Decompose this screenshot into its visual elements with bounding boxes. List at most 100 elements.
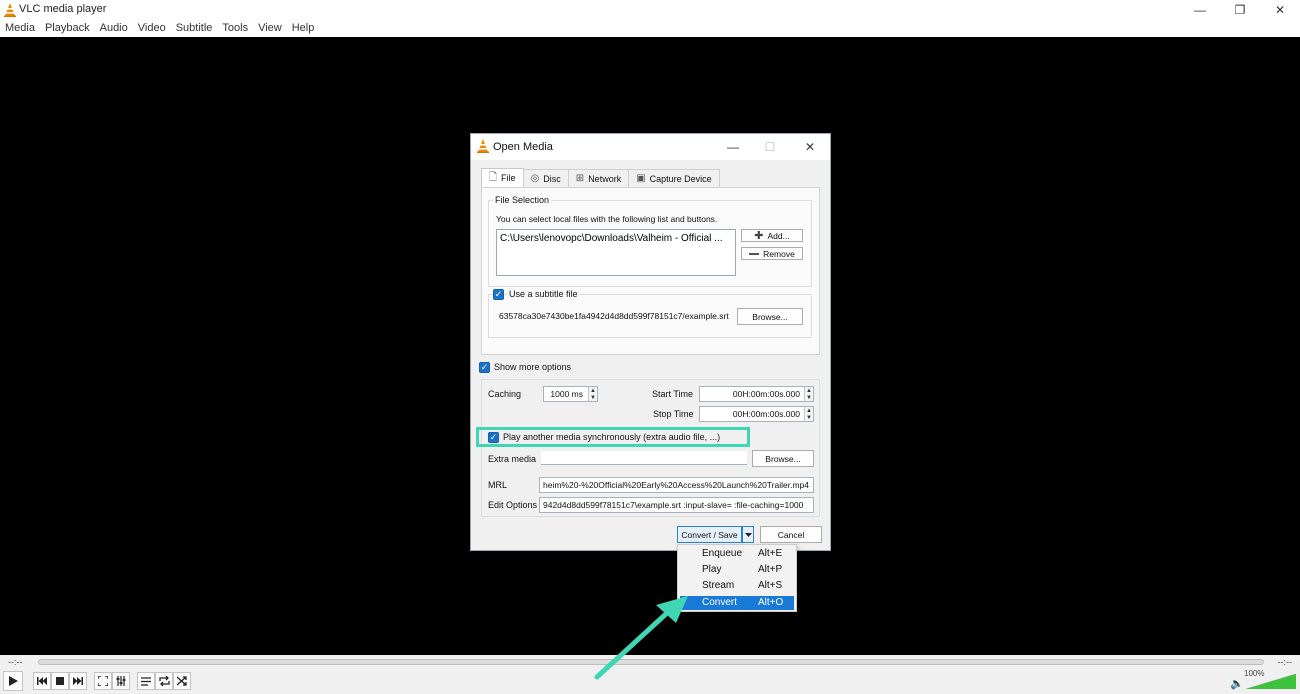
total-time: --:-- [1277,657,1293,667]
convert-save-button[interactable]: Convert / Save [677,526,742,543]
extra-media-label: Extra media [488,454,537,464]
show-more-options-checkbox[interactable]: ✓ [479,362,490,373]
previous-button[interactable] [33,672,51,690]
menu-item-enqueue[interactable]: Enqueue Alt+E [680,547,794,561]
edit-options-label: Edit Options [488,500,538,510]
menu-item-play-shortcut: Alt+P [758,564,783,575]
loop-button[interactable] [155,672,173,690]
capture-device-icon: ▣ [636,173,646,184]
menu-item-stream[interactable]: Stream Alt+S [680,579,794,593]
menu-help[interactable]: Help [287,20,320,37]
dialog-title: Open Media [493,141,553,153]
menu-item-enqueue-shortcut: Alt+E [758,548,783,559]
file-list-item[interactable]: C:\Users\lenovopc\Downloads\Valheim - Of… [500,233,732,244]
tab-network[interactable]: ⊞ Network [567,169,630,187]
dialog-title-bar: Open Media — ☐ ✕ [471,134,830,160]
mrl-field[interactable]: heim%20-%20Official%20Early%20Access%20L… [539,477,814,493]
extra-media-input[interactable] [541,451,747,465]
add-file-button[interactable]: ✚ Add... [741,229,803,242]
stop-time-label: Stop Time [653,409,694,419]
loop-icon [158,676,170,686]
spin-down-icon: ▼ [806,394,812,401]
menu-playback[interactable]: Playback [40,20,95,37]
vlc-cone-icon [477,139,489,153]
menu-view[interactable]: View [253,20,287,37]
edit-options-field[interactable]: 942d4d8dd599f78151c7\example.srt :input-… [539,497,814,513]
menu-audio[interactable]: Audio [95,20,133,37]
remove-file-button[interactable]: Remove [741,247,803,260]
menu-item-convert-shortcut: Alt+O [758,597,784,608]
tab-capture-device[interactable]: ▣ Capture Device [628,169,720,187]
show-more-options-label: Show more options [494,362,572,372]
app-title: VLC media player [19,3,107,15]
open-media-dialog: Open Media — ☐ ✕ 🗋 File ◎ Disc ⊞ Network ▣ C… [470,133,831,551]
stop-time-spinner[interactable]: ▲ ▼ [804,407,813,421]
media-source-tabs: 🗋 File ◎ Disc ⊞ Network ▣ Capture Device [481,168,720,187]
play-icon [9,676,18,686]
tab-capture-device-label: Capture Device [649,173,712,184]
dialog-close-button[interactable]: ✕ [798,138,822,156]
minimize-button[interactable]: — [1180,0,1220,20]
maximize-button[interactable]: ❐ [1220,0,1260,20]
stop-button[interactable] [51,672,69,690]
spin-down-icon: ▼ [806,414,812,421]
menu-bar: Media Playback Audio Video Subtitle Tool… [0,20,1300,37]
file-selection-info: You can select local files with the foll… [496,214,718,224]
start-time-input[interactable]: 00H:00m:00s.000 [699,386,814,402]
shuffle-button[interactable] [173,672,191,690]
network-icon: ⊞ [575,173,585,184]
shuffle-icon [177,676,187,686]
menu-item-convert[interactable]: Convert Alt+O [680,596,794,610]
menu-item-convert-label: Convert [702,597,738,608]
menu-video[interactable]: Video [133,20,171,37]
cancel-button[interactable]: Cancel [760,526,822,543]
seek-slider[interactable] [38,659,1264,665]
volume-icon[interactable]: 🔈 [1230,677,1244,690]
plus-icon: ✚ [754,230,764,242]
next-button[interactable] [69,672,87,690]
maximize-icon: ❐ [1234,3,1246,17]
file-list[interactable]: C:\Users\lenovopc\Downloads\Valheim - Of… [496,229,736,276]
add-file-label: Add... [767,230,790,241]
next-icon [73,677,83,685]
caching-label: Caching [488,389,522,399]
playlist-icon [141,676,151,686]
menu-subtitle[interactable]: Subtitle [171,20,218,37]
subtitle-path-field[interactable]: 63578ca30e7430be1fa4942d4d8dd599f78151c7… [496,309,732,325]
remove-file-label: Remove [763,248,795,259]
playback-controls: 🔈 100% [0,669,1300,694]
extended-settings-button[interactable] [112,672,130,690]
dialog-minimize-button[interactable]: — [721,138,745,156]
fullscreen-button[interactable] [94,672,112,690]
previous-icon [37,677,47,685]
chevron-down-icon [744,532,752,537]
minimize-icon: — [727,140,739,154]
minimize-icon: — [1194,3,1206,17]
extra-media-browse-button[interactable]: Browse... [752,450,814,467]
tab-network-label: Network [588,173,622,184]
volume-slider[interactable] [1246,674,1296,689]
playlist-button[interactable] [137,672,155,690]
tab-disc[interactable]: ◎ Disc [522,169,569,187]
menu-item-play[interactable]: Play Alt+P [680,563,794,577]
start-time-spinner[interactable]: ▲ ▼ [804,387,813,401]
menu-tools[interactable]: Tools [217,20,253,37]
close-icon: ✕ [1274,3,1286,17]
vlc-cone-icon [4,3,16,17]
spin-down-icon: ▼ [590,394,596,401]
app-title-bar: VLC media player — ❐ ✕ [0,0,1300,20]
stop-time-input[interactable]: 00H:00m:00s.000 [699,406,814,422]
play-button[interactable] [3,671,23,691]
caching-spinner[interactable]: ▲ ▼ [588,387,597,401]
menu-item-stream-shortcut: Alt+S [758,580,783,591]
close-button[interactable]: ✕ [1260,0,1300,20]
subtitle-browse-button[interactable]: Browse... [737,308,803,325]
menu-media[interactable]: Media [0,20,40,37]
menu-item-enqueue-label: Enqueue [702,548,743,559]
subtitle-checkbox[interactable]: ✓ [493,289,504,300]
tab-file[interactable]: 🗋 File [481,168,524,187]
menu-item-play-label: Play [702,564,722,575]
convert-save-dropdown-toggle[interactable] [742,526,754,543]
spin-up-icon: ▲ [806,387,812,394]
subtitle-checkbox-label: Use a subtitle file [507,289,580,299]
